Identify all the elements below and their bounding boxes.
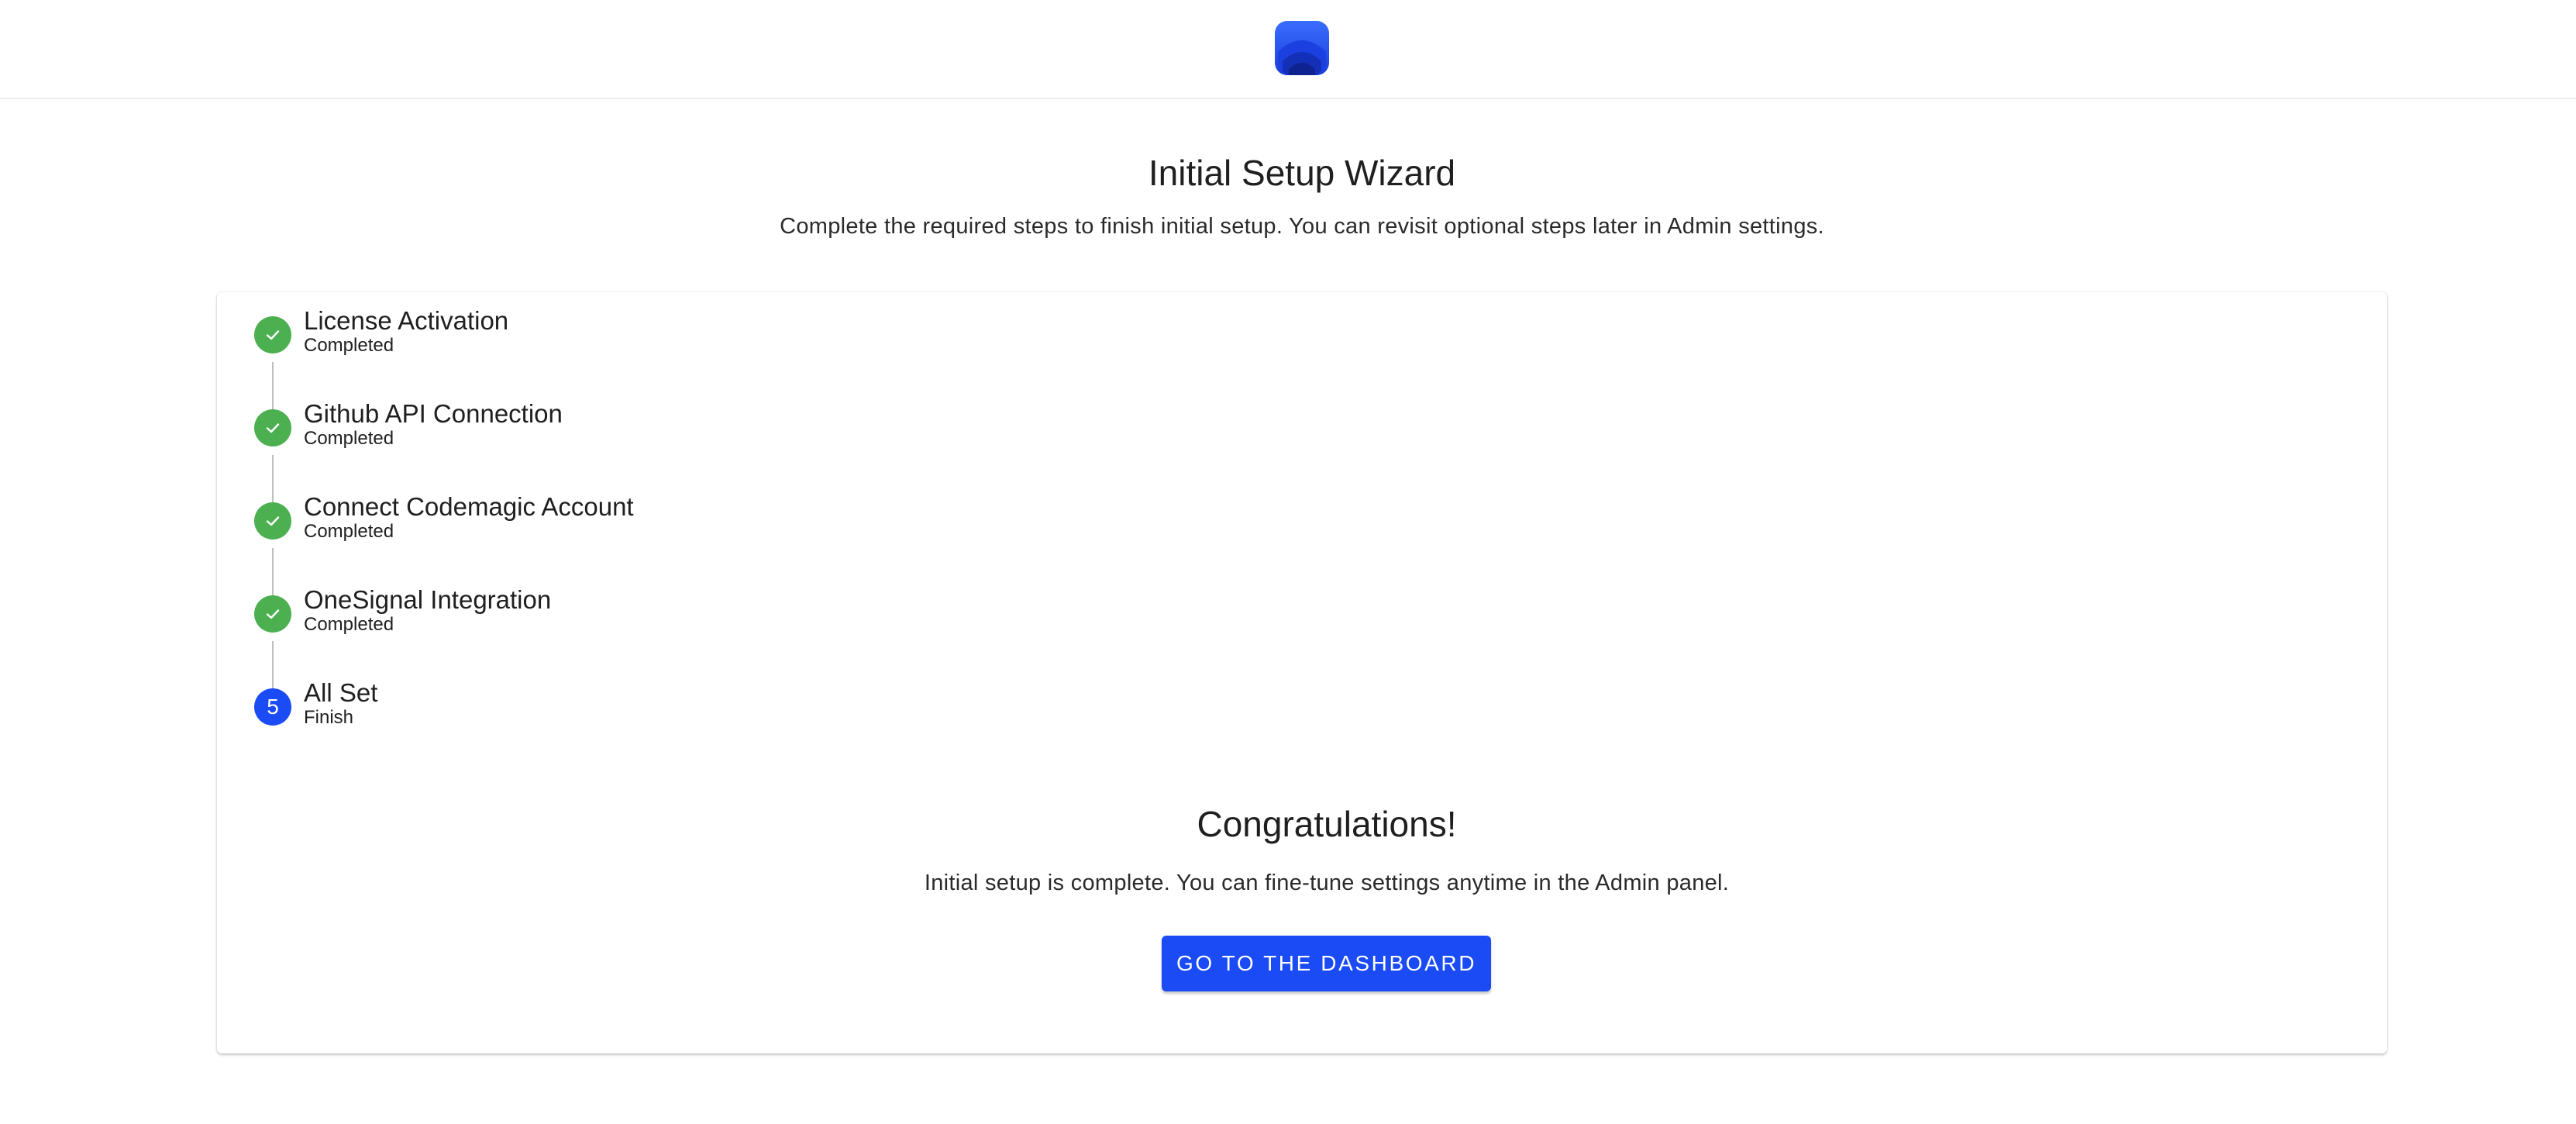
step-label: Github API Connection [304, 399, 563, 428]
step-status: Completed [304, 614, 394, 635]
step-status: Finish [304, 707, 354, 728]
step-label: OneSignal Integration [304, 585, 552, 614]
step-number-badge: 5 [254, 688, 291, 726]
go-to-dashboard-button[interactable]: GO TO THE DASHBOARD [1162, 936, 1491, 991]
step-label: Connect Codemagic Account [304, 492, 634, 521]
completion-title: Congratulations! [1197, 804, 1457, 844]
step-label: License Activation [304, 306, 509, 335]
check-icon [254, 409, 291, 446]
step-status: Completed [304, 335, 394, 356]
step-status: Completed [304, 428, 394, 449]
completion-message: Initial setup is complete. You can fine-… [924, 871, 1730, 895]
top-bar [0, 0, 2576, 99]
check-icon [254, 502, 291, 540]
check-icon [254, 316, 291, 353]
wizard-card: License Activation Completed Github API … [217, 292, 2387, 1053]
app-logo-icon[interactable] [1275, 21, 1329, 75]
page-title: Initial Setup Wizard [1148, 153, 1456, 193]
check-icon [254, 595, 291, 633]
step-label: All Set [304, 678, 378, 707]
page-subtitle: Complete the required steps to finish in… [780, 214, 1824, 239]
step-status: Completed [304, 521, 394, 542]
